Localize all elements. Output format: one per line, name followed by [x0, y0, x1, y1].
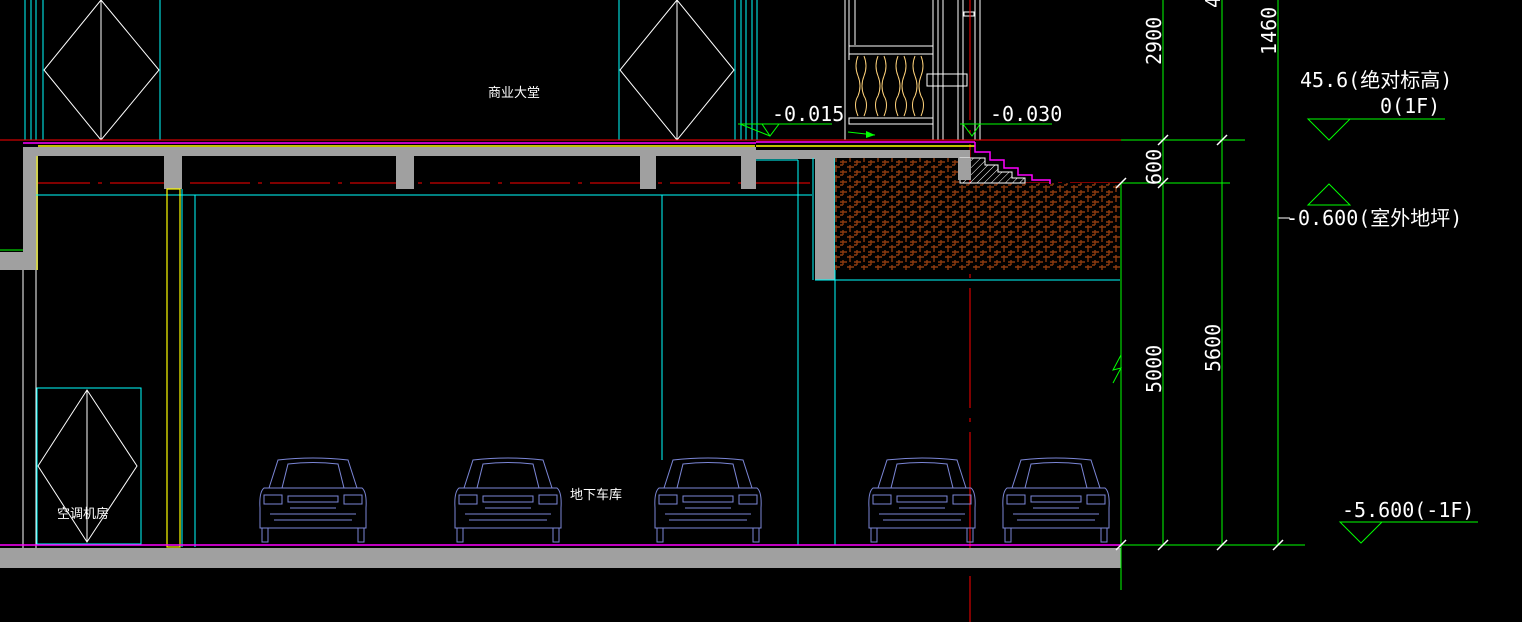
axis-lines	[0, 0, 1245, 622]
level-absolute: 45.6(绝对标高)	[1300, 68, 1452, 92]
dim-4: 4	[1201, 0, 1225, 8]
label-ac-room: 空调机房	[57, 506, 109, 522]
car-front-view	[868, 457, 976, 543]
level-minus-0030: -0.030	[990, 102, 1062, 126]
label-underground-garage: 地下车库	[570, 487, 622, 503]
left-wall	[0, 148, 38, 548]
dimension-lines: 2900 600 5000 5600 1460 4	[1115, 0, 1305, 551]
car-front-view	[454, 457, 562, 543]
parked-cars	[259, 457, 1110, 543]
dim-5600: 5600	[1201, 324, 1225, 372]
car-front-view	[259, 457, 367, 543]
level-minus-0015: -0.015	[772, 102, 844, 126]
label-commercial-lobby: 商业大堂	[488, 86, 540, 101]
balusters	[855, 55, 924, 117]
dim-2900: 2900	[1142, 17, 1166, 65]
level-outdoor: -0.600(室外地坪)	[1286, 206, 1462, 230]
dim-1460: 1460	[1257, 7, 1281, 55]
soil-backfill	[835, 142, 1120, 270]
level-b1: -5.600(-1F)	[1342, 498, 1474, 522]
elevation-marks: -0.015 -0.030 45.6(绝对标高) 0(1F) -0.600(室外…	[738, 68, 1478, 544]
dim-600: 600	[1142, 149, 1166, 185]
cad-section-drawing: -0.015 -0.030 45.6(绝对标高) 0(1F) -0.600(室外…	[0, 0, 1478, 622]
car-front-view	[1002, 457, 1110, 543]
car-front-view	[654, 457, 762, 543]
dim-5000: 5000	[1142, 345, 1166, 393]
level-1f: 0(1F)	[1380, 94, 1440, 118]
